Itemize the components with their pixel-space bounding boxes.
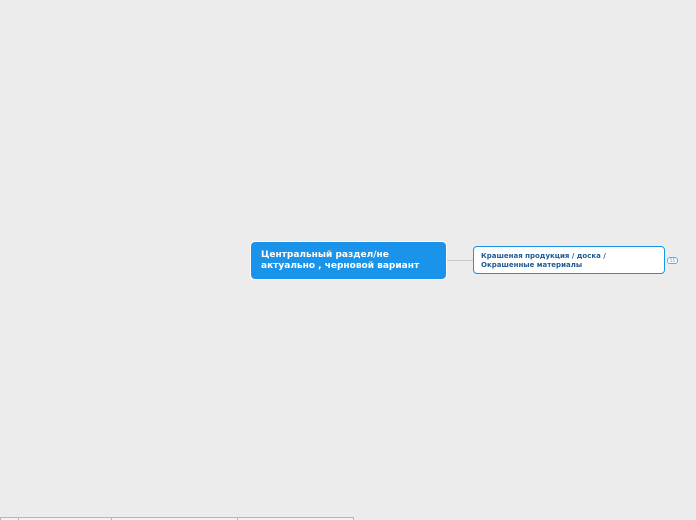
collapsed-children-badge[interactable]: 55 <box>667 257 678 264</box>
central-topic-line-1: Центральный раздел/не <box>261 250 389 260</box>
branch-connector <box>447 260 473 261</box>
mindmap-canvas[interactable]: Центральный раздел/не актуально , чернов… <box>0 0 696 520</box>
subtopic-line-1: Крашеная продукция / доска / <box>481 252 606 260</box>
subtopic-line-2: Окрашенные материалы <box>481 261 583 269</box>
central-topic-line-2: актуально , черновой вариант <box>261 261 420 271</box>
central-topic[interactable]: Центральный раздел/не актуально , чернов… <box>251 242 446 279</box>
subtopic-node[interactable]: Крашеная продукция / доска / Окрашенные … <box>473 246 665 274</box>
